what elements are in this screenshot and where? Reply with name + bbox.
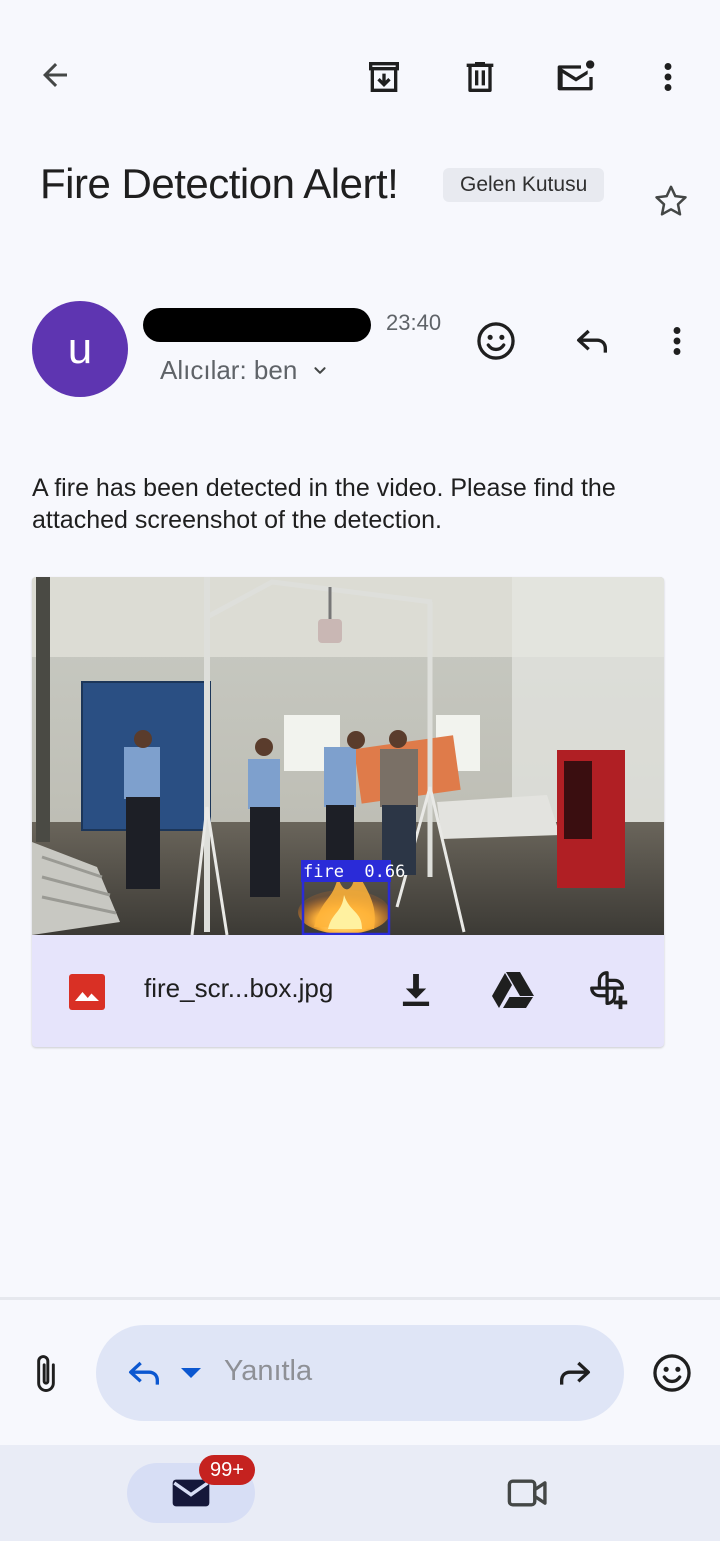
image-file-icon [69, 974, 105, 1010]
paperclip-icon [31, 1352, 61, 1396]
reply-icon [572, 321, 612, 361]
reply-compose-field[interactable]: Yanıtla [96, 1325, 624, 1421]
message-time: 23:40 [386, 310, 442, 335]
attachment-preview-image[interactable]: fire 0.66 [32, 577, 664, 935]
top-app-bar [0, 0, 720, 150]
chevron-down-icon [309, 360, 331, 382]
mark-unread-mail-icon [554, 57, 598, 97]
reply-bar-divider [0, 1297, 720, 1300]
add-reaction-button[interactable] [469, 314, 523, 368]
forward-button[interactable] [548, 1349, 602, 1397]
emoji-smile-icon [650, 1351, 694, 1395]
recipients-toggle[interactable]: Alıcılar: ben [160, 355, 331, 386]
download-button[interactable] [391, 963, 441, 1017]
compose-reaction-button[interactable] [645, 1346, 699, 1400]
star-outline-icon [651, 181, 691, 221]
attach-button[interactable] [20, 1348, 72, 1400]
message-more-button[interactable] [650, 314, 704, 368]
email-subject: Fire Detection Alert! [40, 160, 399, 207]
nav-meet-tab[interactable] [500, 1465, 556, 1521]
star-button[interactable] [645, 175, 697, 227]
attachment-info-row: fire_scr...box.jpg [32, 935, 664, 1047]
reply-icon [124, 1353, 164, 1393]
back-button[interactable] [27, 47, 83, 103]
trash-icon [460, 57, 500, 97]
recipients-text: Alıcılar: ben [160, 355, 298, 385]
archive-icon [364, 57, 404, 97]
detection-label: fire 0.66 [303, 862, 405, 882]
delete-button[interactable] [452, 49, 508, 105]
unread-count-badge: 99+ [199, 1455, 255, 1485]
reply-mode-dropdown[interactable] [176, 1355, 206, 1391]
attachment-filename: fire_scr...box.jpg [144, 973, 334, 1003]
bottom-navigation: 99+ [0, 1445, 720, 1541]
emoji-smile-icon [474, 319, 518, 363]
sender-initial: u [67, 324, 93, 373]
archive-button[interactable] [356, 49, 412, 105]
google-drive-icon [491, 971, 535, 1009]
attachment-card[interactable]: fire 0.66 fire_scr...box.jpg [32, 577, 664, 1047]
reply-button[interactable] [565, 314, 619, 368]
more-vert-icon [662, 59, 674, 95]
more-options-button[interactable] [640, 49, 696, 105]
download-icon [400, 972, 432, 1008]
email-body: A fire has been detected in the video. P… [32, 474, 616, 534]
more-vert-icon [671, 323, 683, 359]
sender-avatar[interactable]: u [32, 301, 128, 397]
caret-down-icon [180, 1366, 202, 1380]
mark-unread-button[interactable] [548, 49, 604, 105]
reply-placeholder: Yanıtla [224, 1355, 313, 1387]
add-to-photos-icon [586, 967, 632, 1013]
save-to-drive-button[interactable] [485, 963, 541, 1017]
reply-mode-button[interactable] [118, 1349, 170, 1397]
redacted-sender-name [143, 308, 371, 342]
inbox-label-chip[interactable]: Gelen Kutusu [443, 168, 605, 202]
forward-icon [555, 1353, 595, 1393]
arrow-back-icon [37, 57, 73, 93]
add-to-photos-button[interactable] [580, 961, 638, 1019]
video-camera-icon [506, 1476, 550, 1510]
